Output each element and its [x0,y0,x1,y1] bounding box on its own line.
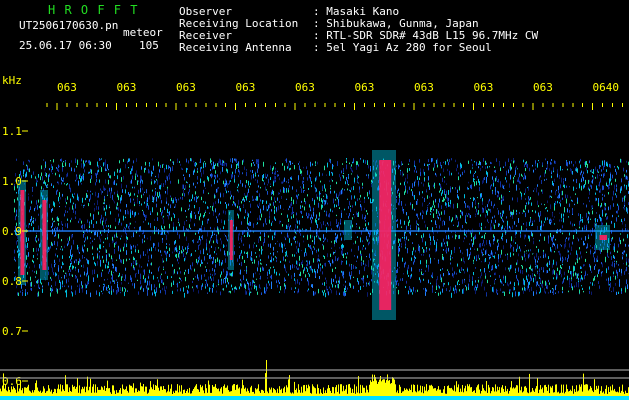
spectrogram-canvas: 1.1 1.0 0.9 0.8 0.7 0.6 063 063 063 063 063 063 063 0… [0,81,629,400]
time-tick-label: 063 [474,81,494,94]
info-value-antenna: : 5el Yagi Az 280 for Seoul [313,41,492,54]
time-tick-label: 063 [117,81,137,94]
time-tick-label: 063 [355,81,375,94]
carrier-line [14,230,629,232]
meteor-echo-halo [344,220,352,240]
signal-level-bars [0,360,629,400]
detection-tag: meteor [123,26,163,39]
time-tick-label: 0640 [593,81,620,94]
meteor-echo [42,200,47,270]
y-tick-label: 0.7 [2,325,22,338]
y-tick-label: 0.8 [2,275,22,288]
time-tick-label: 063 [414,81,434,94]
meteor-echo [379,160,392,310]
date-time: 25.06.17 06:30 [19,39,112,52]
time-tick-label: 063 [57,81,77,94]
time-tick-label: 063 [533,81,553,94]
info-label-antenna: Receiving Antenna [179,41,292,54]
y-tick-label: 0.6 [2,375,22,388]
meteor-echo [599,235,607,240]
level-baseline [0,396,629,400]
signal-streaks [14,158,629,298]
meteor-echo [229,220,233,260]
y-tick-label: 0.9 [2,225,22,238]
brand-title: H R O F F T [48,3,139,17]
y-tick-label: 1.1 [2,125,22,138]
y-tick-label: 1.0 [2,175,22,188]
meteor-count: 105 [139,39,159,52]
frequency-unit-label: kHz [2,74,22,87]
time-tick-label: 063 [295,81,315,94]
hrofft-spectrogram-window: 1.1 1.0 0.9 0.8 0.7 0.6 063 063 063 063 063 063 063 0… [0,0,629,400]
time-tick-label: 063 [176,81,196,94]
file-name: UT2506170630.pn [19,19,119,32]
time-tick-label: 063 [236,81,256,94]
